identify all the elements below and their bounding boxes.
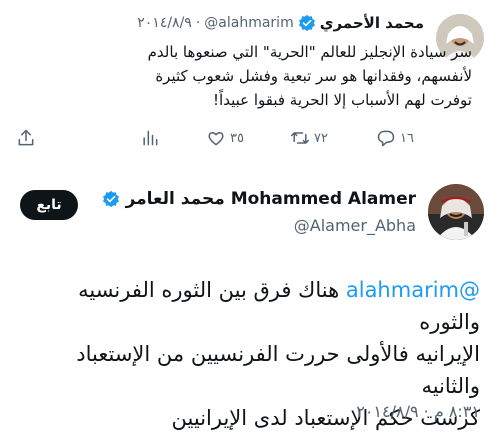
verified-badge-icon: [298, 14, 315, 32]
main-text-line: @alahmarim هناك فرق بين الثوره الفرنسيه …: [20, 274, 480, 338]
main-avatar-image: [428, 184, 484, 240]
like-button[interactable]: ٣٥: [206, 128, 244, 148]
reply-count: ١٦: [400, 130, 414, 146]
share-button[interactable]: [16, 128, 36, 148]
main-author-handle[interactable]: @Alamer_Abha: [294, 216, 416, 235]
analytics-icon: [143, 130, 158, 146]
header-separator: ·: [195, 15, 201, 31]
parent-author-handle[interactable]: @alahmarim: [204, 15, 293, 31]
main-tweet-timestamp[interactable]: ٨:٣١ م · ٢٠١٤/٨/٩: [356, 402, 480, 421]
parent-tweet-actions: ٣٥ ٧٢ ١٦: [12, 128, 422, 152]
share-icon: [18, 129, 34, 146]
verified-badge-icon: [102, 190, 119, 208]
retweet-icon: [290, 132, 310, 144]
main-author-avatar[interactable]: [428, 184, 484, 240]
like-count: ٣٥: [230, 130, 244, 146]
main-author-name[interactable]: محمد العامر Mohammed Alamer: [126, 189, 416, 209]
like-icon: [208, 131, 224, 146]
analytics-button[interactable]: [140, 128, 160, 148]
parent-text-line: سر سيادة الإنجليز للعالم "الحرية" التي ص…: [147, 43, 472, 61]
main-text-line: الإيرانيه فالأولى حررت الفرنسيين من الإس…: [76, 342, 480, 398]
parent-tweet-text: سر سيادة الإنجليز للعالم "الحرية" التي ص…: [77, 40, 472, 112]
reply-button[interactable]: ١٦: [376, 128, 414, 148]
mention-link[interactable]: @alahmarim: [346, 278, 480, 302]
parent-tweet[interactable]: محمد الأحمري @alahmarim · ٢٠١٤/٨/٩ سر سي…: [0, 0, 500, 172]
follow-button[interactable]: تابع: [20, 190, 78, 220]
parent-text-line: لأنفسهم، وفقدانها هو سر تبعية وفشل شعوب …: [155, 67, 472, 85]
parent-tweet-date[interactable]: ٢٠١٤/٨/٩: [137, 15, 192, 31]
reply-icon: [377, 130, 395, 147]
parent-author-name[interactable]: محمد الأحمري: [320, 14, 424, 32]
parent-text-line: توفرت لهم الأسباب إلا الحرية فبقوا عبيدا…: [213, 91, 472, 109]
retweet-count: ٧٢: [314, 130, 328, 146]
retweet-button[interactable]: ٧٢: [290, 128, 328, 148]
